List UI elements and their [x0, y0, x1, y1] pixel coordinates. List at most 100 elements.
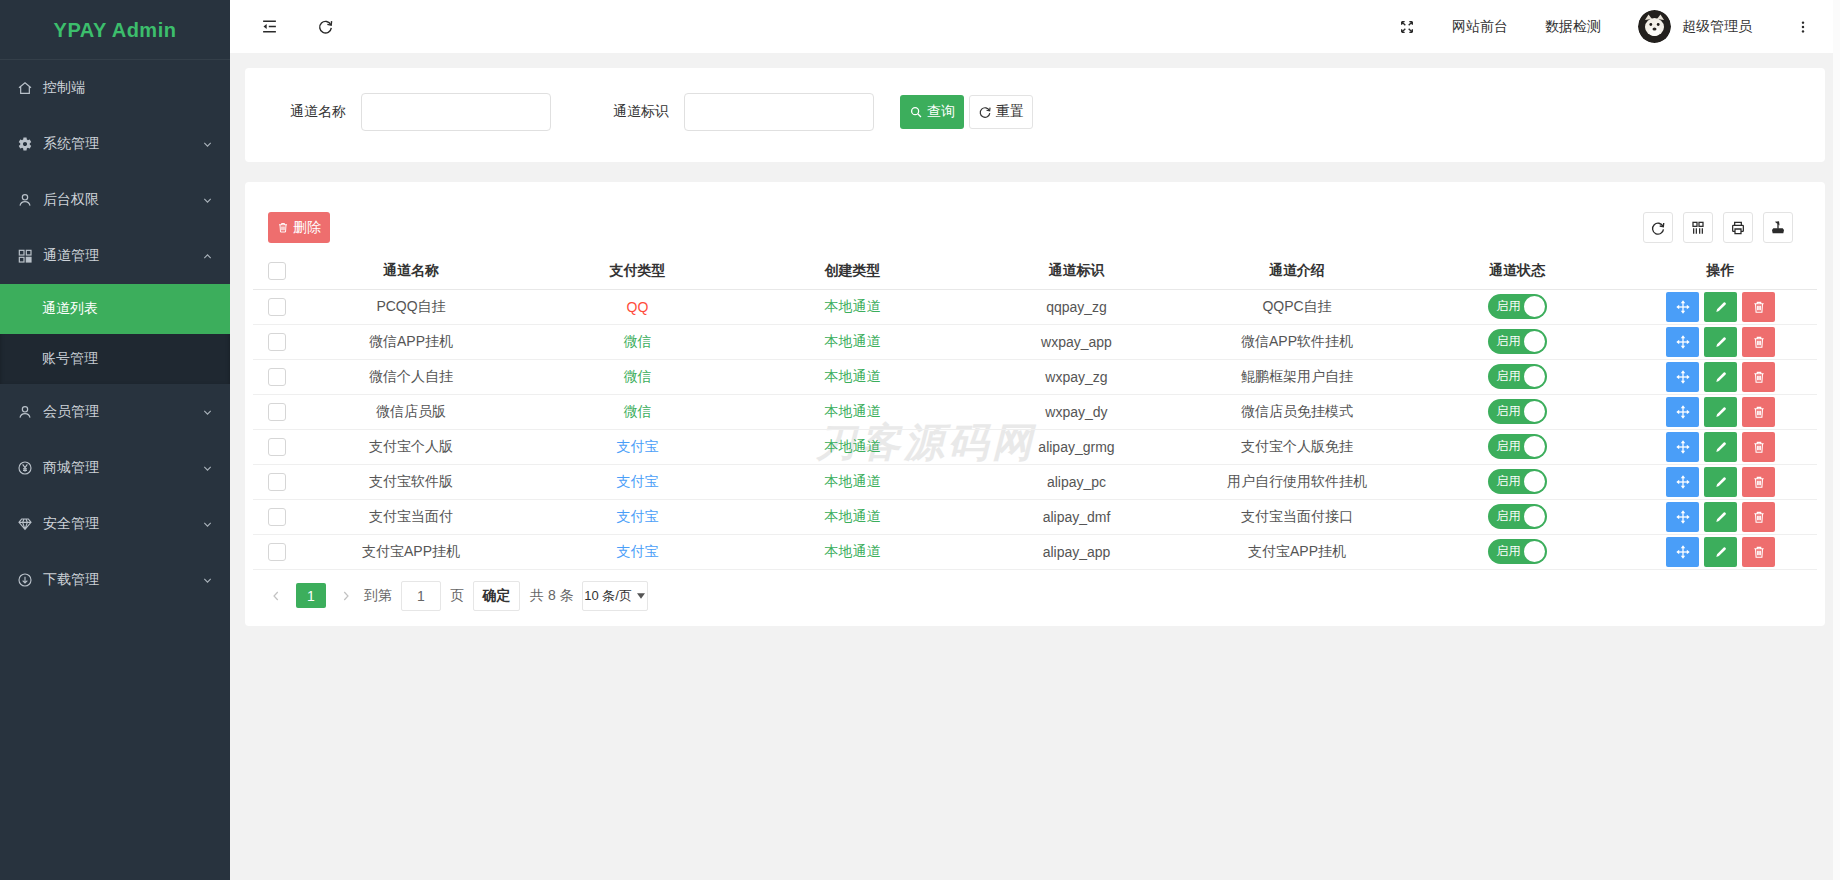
delete-row-button[interactable] [1742, 327, 1775, 357]
status-toggle[interactable]: 启用 [1488, 504, 1547, 529]
edit-row-button[interactable] [1704, 537, 1737, 567]
channel-name-input[interactable] [361, 93, 551, 131]
chevron-down-icon [202, 407, 213, 418]
edit-row-button[interactable] [1704, 467, 1737, 497]
sidebar-subitem-account-management[interactable]: 账号管理 [0, 334, 230, 384]
delete-row-button[interactable] [1742, 362, 1775, 392]
move-row-button[interactable] [1666, 467, 1699, 497]
site-front-link[interactable]: 网站前台 [1452, 18, 1508, 36]
select-all-checkbox[interactable] [268, 262, 286, 280]
sidebar-item-permissions[interactable]: 后台权限 [0, 172, 230, 228]
create-type-link[interactable]: 本地通道 [754, 324, 951, 359]
move-row-button[interactable] [1666, 362, 1699, 392]
sidebar-item-members[interactable]: 会员管理 [0, 384, 230, 440]
channel-code-input[interactable] [684, 93, 874, 131]
create-type-link[interactable]: 本地通道 [754, 429, 951, 464]
download-circle-icon [17, 572, 33, 588]
move-row-button[interactable] [1666, 327, 1699, 357]
delete-row-button[interactable] [1742, 467, 1775, 497]
reset-button[interactable]: 重置 [969, 95, 1033, 129]
pencil-icon [1714, 300, 1728, 314]
sidebar-item-security[interactable]: 安全管理 [0, 496, 230, 552]
delete-button[interactable]: 删除 [268, 212, 330, 243]
create-type-link[interactable]: 本地通道 [754, 534, 951, 569]
status-toggle[interactable]: 启用 [1488, 539, 1547, 564]
move-row-button[interactable] [1666, 432, 1699, 462]
toggle-knob [1524, 436, 1545, 457]
prev-page-icon[interactable] [270, 590, 282, 602]
edit-row-button[interactable] [1704, 502, 1737, 532]
search-panel: 通道名称 通道标识 查询 重置 [245, 68, 1825, 162]
status-toggle[interactable]: 启用 [1488, 364, 1547, 389]
row-checkbox[interactable] [268, 333, 286, 351]
status-toggle[interactable]: 启用 [1488, 329, 1547, 354]
table-columns-button[interactable] [1683, 212, 1713, 243]
create-type-link[interactable]: 本地通道 [754, 359, 951, 394]
create-type-link[interactable]: 本地通道 [754, 499, 951, 534]
row-checkbox[interactable] [268, 438, 286, 456]
move-row-button[interactable] [1666, 537, 1699, 567]
channel-name-label: 通道名称 [290, 103, 346, 121]
sidebar-item-system[interactable]: 系统管理 [0, 116, 230, 172]
diamond-icon [17, 516, 33, 532]
row-checkbox[interactable] [268, 403, 286, 421]
edit-row-button[interactable] [1704, 397, 1737, 427]
create-type-link[interactable]: 本地通道 [754, 289, 951, 324]
table-body: PCQQ自挂QQ本地通道qqpay_zgQQPC自挂启用微信APP挂机微信本地通… [253, 289, 1817, 569]
kebab-menu-icon[interactable] [1796, 19, 1810, 35]
status-toggle[interactable]: 启用 [1488, 399, 1547, 424]
table-export-button[interactable] [1763, 212, 1793, 243]
status-toggle[interactable]: 启用 [1488, 469, 1547, 494]
delete-row-button[interactable] [1742, 292, 1775, 322]
current-page[interactable]: 1 [296, 583, 326, 608]
status-toggle[interactable]: 启用 [1488, 434, 1547, 459]
move-row-button[interactable] [1666, 292, 1699, 322]
create-type-link[interactable]: 本地通道 [754, 394, 951, 429]
sidebar-item-channels[interactable]: 通道管理 [0, 228, 230, 284]
table-refresh-button[interactable] [1643, 212, 1673, 243]
channel-name-cell: 微信店员版 [301, 394, 521, 429]
delete-row-button[interactable] [1742, 502, 1775, 532]
create-type-link[interactable]: 本地通道 [754, 464, 951, 499]
fullscreen-icon[interactable] [1399, 19, 1415, 35]
edit-row-button[interactable] [1704, 362, 1737, 392]
channel-desc-cell: 鲲鹏框架用户自挂 [1202, 359, 1392, 394]
sidebar-item-downloads[interactable]: 下载管理 [0, 552, 230, 608]
channel-code-cell: alipay_pc [951, 464, 1202, 499]
collapse-sidebar-icon[interactable] [261, 18, 278, 35]
sidebar-item-dashboard[interactable]: 控制端 [0, 60, 230, 116]
user-name[interactable]: 超级管理员 [1682, 18, 1752, 36]
confirm-page-button[interactable]: 确定 [473, 581, 520, 611]
delete-row-button[interactable] [1742, 397, 1775, 427]
table-print-button[interactable] [1723, 212, 1753, 243]
refresh-page-icon[interactable] [317, 18, 334, 35]
user-avatar[interactable] [1638, 10, 1671, 43]
pay-type-cell: 支付宝 [521, 534, 754, 569]
move-row-button[interactable] [1666, 397, 1699, 427]
sidebar-item-mall[interactable]: 商城管理 [0, 440, 230, 496]
move-row-button[interactable] [1666, 502, 1699, 532]
row-checkbox[interactable] [268, 543, 286, 561]
content-area: 通道名称 通道标识 查询 重置 删除 [230, 53, 1840, 641]
channel-code-cell: alipay_app [951, 534, 1202, 569]
row-checkbox[interactable] [268, 508, 286, 526]
edit-row-button[interactable] [1704, 432, 1737, 462]
status-toggle[interactable]: 启用 [1488, 294, 1547, 319]
goto-page-input[interactable] [401, 581, 441, 611]
edit-row-button[interactable] [1704, 292, 1737, 322]
sidebar-subitem-channel-list[interactable]: 通道列表 [0, 284, 230, 334]
channel-table-panel: 删除 刀客源码网 [245, 182, 1825, 626]
edit-row-button[interactable] [1704, 327, 1737, 357]
next-page-icon[interactable] [340, 590, 352, 602]
page-scrollbar[interactable] [1833, 0, 1840, 880]
delete-row-button[interactable] [1742, 537, 1775, 567]
row-checkbox[interactable] [268, 298, 286, 316]
delete-row-button[interactable] [1742, 432, 1775, 462]
chevron-up-icon [202, 251, 213, 262]
data-check-link[interactable]: 数据检测 [1545, 18, 1601, 36]
page-size-select[interactable]: 10 条/页 [582, 581, 648, 611]
query-button[interactable]: 查询 [900, 95, 964, 129]
sidebar: YPAY Admin 控制端 系统管理 后台权限 通道管理 通道列表 账号管理 … [0, 0, 230, 880]
row-checkbox[interactable] [268, 368, 286, 386]
row-checkbox[interactable] [268, 473, 286, 491]
